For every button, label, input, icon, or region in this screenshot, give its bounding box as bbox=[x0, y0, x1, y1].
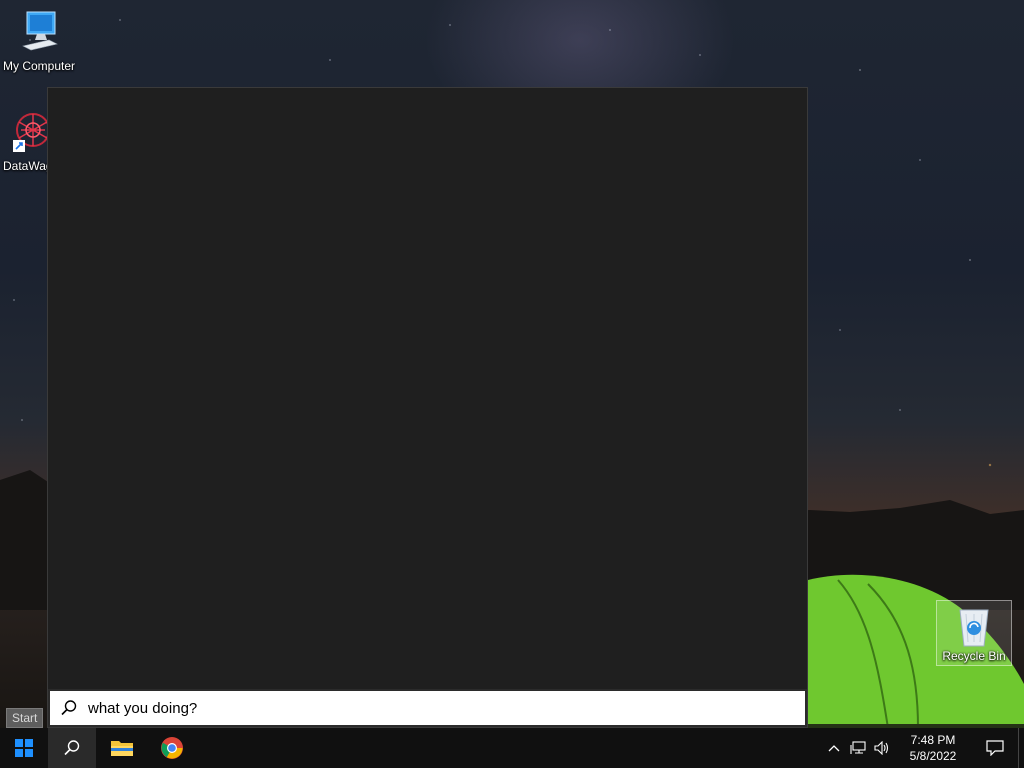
file-explorer-button[interactable] bbox=[98, 728, 146, 768]
notification-icon bbox=[986, 740, 1004, 756]
computer-icon bbox=[22, 11, 58, 51]
chrome-icon bbox=[161, 737, 183, 759]
chevron-up-icon[interactable] bbox=[822, 728, 846, 768]
my-computer-label: My Computer bbox=[2, 59, 76, 73]
search-results-panel bbox=[47, 87, 808, 728]
recycle-bin-label: Recycle Bin bbox=[942, 649, 1006, 663]
search-box[interactable] bbox=[48, 689, 807, 727]
clock[interactable]: 7:48 PM 5/8/2022 bbox=[898, 732, 968, 764]
search-input[interactable] bbox=[88, 699, 768, 717]
file-explorer-icon bbox=[111, 741, 133, 756]
datawag-app-icon bbox=[13, 113, 50, 152]
start-tooltip: Start bbox=[6, 708, 44, 728]
clock-time: 7:48 PM bbox=[910, 733, 956, 747]
show-desktop-button[interactable] bbox=[1018, 728, 1024, 768]
windows-logo-icon bbox=[15, 739, 33, 757]
search-icon bbox=[64, 740, 80, 756]
taskbar-search-button[interactable] bbox=[48, 728, 96, 768]
my-computer-desktop-icon[interactable]: My Computer bbox=[0, 10, 78, 73]
action-center-button[interactable] bbox=[972, 728, 1018, 768]
clock-date: 5/8/2022 bbox=[909, 749, 957, 763]
chrome-button[interactable] bbox=[148, 728, 196, 768]
recycle-bin-icon bbox=[959, 609, 989, 647]
recycle-bin-desktop-icon[interactable]: Recycle Bin bbox=[936, 600, 1012, 666]
system-tray: 7:48 PM 5/8/2022 bbox=[822, 728, 1024, 768]
network-icon[interactable] bbox=[846, 728, 870, 768]
taskbar: 7:48 PM 5/8/2022 bbox=[0, 728, 1024, 768]
volume-icon[interactable] bbox=[870, 728, 894, 768]
search-icon bbox=[50, 699, 88, 717]
start-button[interactable] bbox=[0, 728, 48, 768]
